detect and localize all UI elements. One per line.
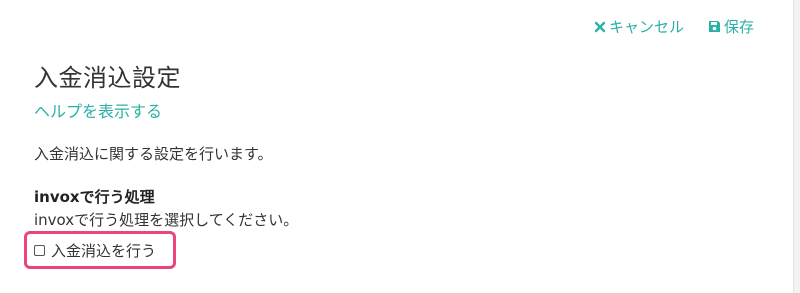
save-button[interactable]: 保存	[708, 16, 754, 37]
reconcile-option-label: 入金消込を行う	[51, 242, 157, 260]
reconcile-option[interactable]: 入金消込を行う	[34, 240, 156, 261]
page-title: 入金消込設定	[34, 64, 181, 92]
cancel-label: キャンセル	[608, 18, 684, 36]
help-link[interactable]: ヘルプを表示する	[34, 98, 162, 122]
cancel-button[interactable]: キャンセル	[594, 16, 684, 37]
section-description: invoxで行う処理を選択してください。	[34, 211, 299, 229]
section-title: invoxで行う処理	[34, 188, 155, 206]
window-edge	[793, 0, 800, 293]
close-icon	[594, 21, 606, 33]
top-actions: キャンセル 保存	[594, 16, 754, 37]
save-label: 保存	[723, 18, 754, 36]
page-description: 入金消込に関する設定を行います。	[34, 145, 273, 163]
reconcile-checkbox[interactable]	[34, 245, 45, 256]
floppy-disk-icon	[708, 20, 721, 33]
